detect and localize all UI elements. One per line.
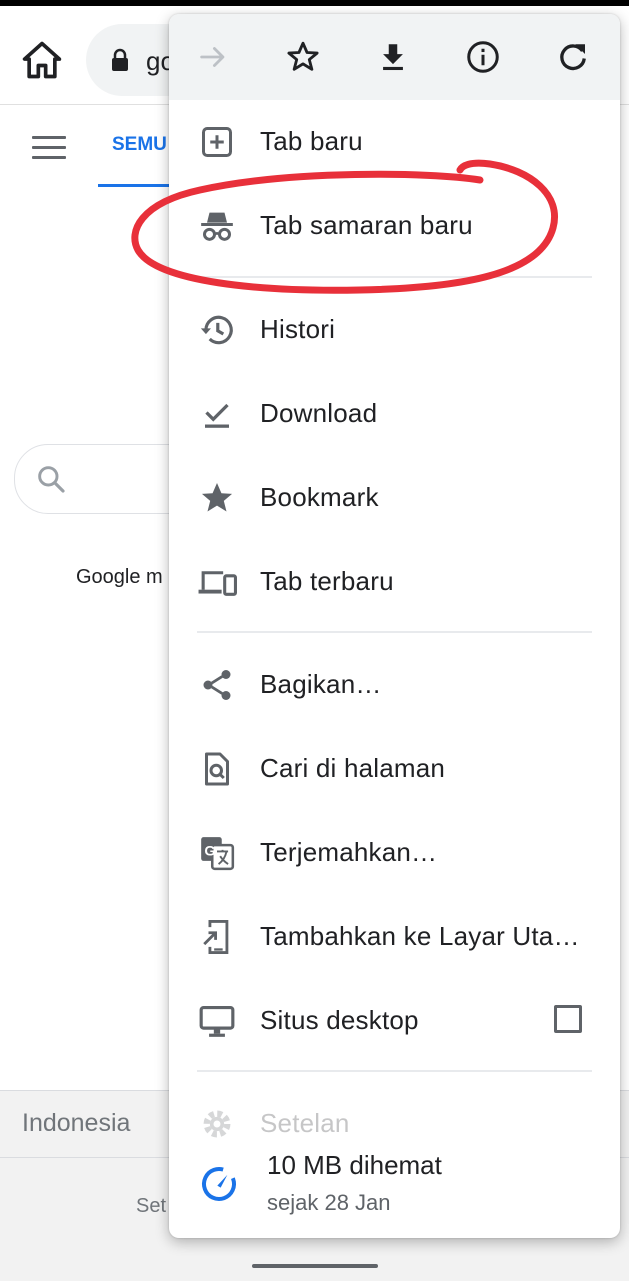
menu-item-new-tab[interactable]: Tab baru — [169, 100, 620, 184]
info-icon[interactable] — [461, 35, 505, 79]
google-offered-in-text: Google m — [76, 566, 163, 588]
menu-item-label: Terjemahkan… — [260, 837, 438, 867]
overflow-menu: Tab baru Tab samaran baru Histori Downlo… — [169, 14, 620, 1238]
menu-item-label: Cari di halaman — [260, 753, 446, 783]
menu-divider — [197, 631, 592, 633]
tab-all[interactable]: SEMU — [112, 134, 167, 156]
desktop-icon — [197, 1001, 237, 1041]
gesture-bar — [252, 1264, 378, 1268]
menu-divider — [197, 276, 592, 278]
svg-text:G: G — [204, 843, 215, 859]
menu-item-bookmarks[interactable]: Bookmark — [169, 456, 620, 540]
bookmark-star-icon — [197, 478, 237, 518]
menu-item-label: Bookmark — [260, 482, 379, 512]
menu-item-desktop-site[interactable]: Situs desktop — [169, 979, 620, 1063]
forward-arrow-icon[interactable] — [191, 35, 235, 79]
menu-divider — [197, 1070, 592, 1072]
find-in-page-icon — [197, 749, 237, 789]
search-icon — [38, 466, 65, 493]
menu-item-label: Bagikan… — [260, 669, 382, 699]
menu-item-label: Tab terbaru — [260, 566, 394, 596]
menu-item-label: Download — [260, 398, 378, 428]
menu-item-find-in-page[interactable]: Cari di halaman — [169, 727, 620, 811]
home-icon[interactable] — [20, 38, 64, 82]
star-icon[interactable] — [281, 35, 325, 79]
new-tab-icon — [197, 122, 237, 162]
footer-country: Indonesia — [22, 1109, 131, 1137]
data-saver-summary[interactable]: 10 MB dihemat sejak 28 Jan — [169, 1134, 620, 1234]
menu-item-new-incognito-tab[interactable]: Tab samaran baru — [169, 184, 620, 268]
data-saved-since: sejak 28 Jan — [267, 1190, 391, 1215]
desktop-site-checkbox[interactable] — [554, 1005, 582, 1033]
menu-item-label: Tab baru — [260, 126, 363, 156]
data-saver-gauge-icon — [199, 1164, 239, 1204]
lock-icon — [112, 48, 128, 71]
tab-active-indicator — [98, 184, 178, 187]
menu-item-history[interactable]: Histori — [169, 288, 620, 372]
history-icon — [197, 310, 237, 350]
download-done-icon — [197, 394, 237, 434]
download-icon[interactable] — [371, 35, 415, 79]
translate-icon: G — [197, 833, 237, 873]
menu-item-label: Tambahkan ke Layar Uta… — [260, 921, 580, 951]
menu-item-share[interactable]: Bagikan… — [169, 643, 620, 727]
menu-item-recent-tabs[interactable]: Tab terbaru — [169, 540, 620, 624]
incognito-icon — [197, 206, 237, 246]
refresh-icon[interactable] — [551, 35, 595, 79]
hamburger-icon[interactable] — [32, 136, 66, 160]
menu-item-label: Tab samaran baru — [260, 210, 473, 240]
menu-item-label: Situs desktop — [260, 1005, 419, 1035]
footer-settings-link[interactable]: Set — [136, 1195, 166, 1218]
menu-item-downloads[interactable]: Download — [169, 372, 620, 456]
menu-action-row — [169, 14, 620, 100]
data-saved-amount: 10 MB dihemat — [267, 1150, 442, 1180]
menu-item-translate[interactable]: G Terjemahkan… — [169, 811, 620, 895]
menu-item-add-to-home-screen[interactable]: Tambahkan ke Layar Uta… — [169, 895, 620, 979]
add-to-home-icon — [197, 917, 237, 957]
devices-icon — [197, 562, 237, 602]
share-icon — [197, 665, 237, 705]
menu-item-label: Histori — [260, 314, 336, 344]
